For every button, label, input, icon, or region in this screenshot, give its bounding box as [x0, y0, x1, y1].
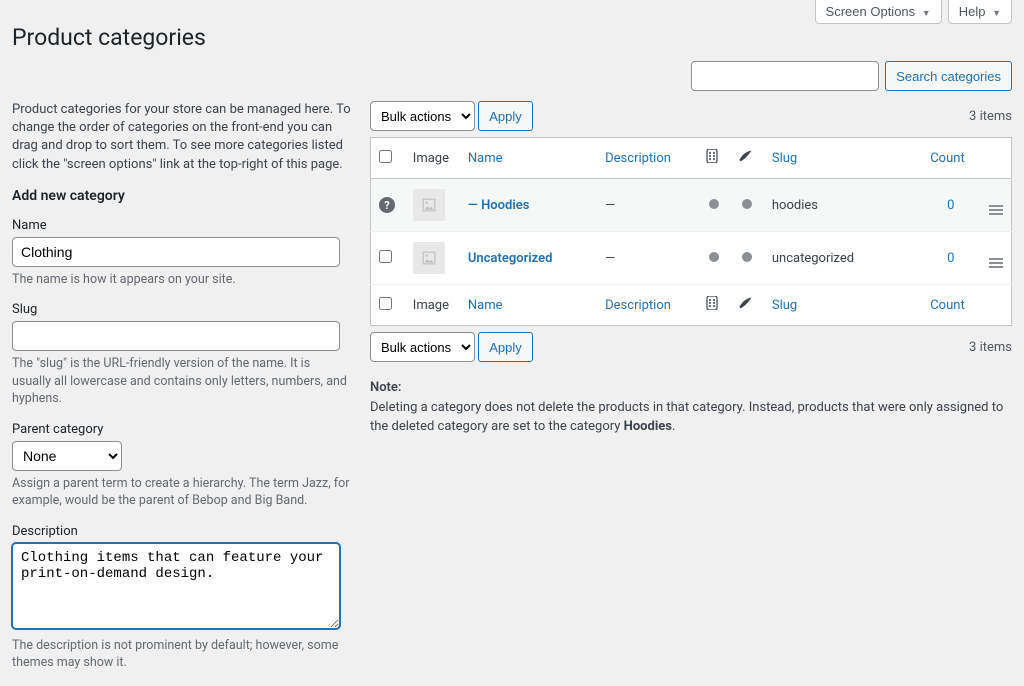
apply-top-button[interactable]: Apply [478, 101, 533, 131]
name-label: Name [12, 218, 352, 233]
description-textarea[interactable]: Clothing items that can feature your pri… [12, 543, 340, 629]
category-description: — [597, 179, 698, 232]
row-checkbox[interactable] [379, 250, 392, 263]
col-name[interactable]: Name [468, 151, 503, 166]
note-text2: . [672, 419, 675, 434]
apply-bottom-button[interactable]: Apply [478, 332, 533, 362]
col-image: Image [405, 138, 460, 179]
help-button[interactable]: Help ▼ [948, 0, 1012, 24]
note-bold: Hoodies [624, 419, 672, 434]
chevron-down-icon: ▼ [922, 8, 931, 18]
name-input[interactable] [12, 237, 340, 267]
screen-options-button[interactable]: Screen Options ▼ [815, 0, 942, 24]
col-description[interactable]: Description [605, 151, 671, 166]
description-label: Description [12, 524, 352, 539]
placeholder-image-icon [413, 189, 445, 221]
search-input[interactable] [691, 61, 879, 91]
row-actions-icon[interactable] [989, 258, 1003, 268]
name-help: The name is how it appears on your site. [12, 271, 352, 289]
slug-help: The "slug" is the URL-friendly version o… [12, 355, 352, 408]
category-count-link[interactable]: 0 [947, 198, 954, 213]
status-dot [742, 252, 752, 262]
help-label: Help [959, 4, 986, 19]
feather-icon [738, 148, 754, 164]
drag-handle-icon [706, 296, 718, 310]
info-icon: ? [379, 197, 395, 213]
description-help: The description is not prominent by defa… [12, 637, 352, 672]
status-dot [709, 199, 719, 209]
note-section: Note: Deleting a category does not delet… [370, 378, 1012, 437]
parent-help: Assign a parent term to create a hierarc… [12, 475, 352, 510]
category-count-link[interactable]: 0 [947, 251, 954, 266]
search-categories-button[interactable]: Search categories [885, 61, 1012, 91]
page-title: Product categories [0, 24, 1024, 61]
placeholder-image-icon [413, 242, 445, 274]
screen-options-label: Screen Options [826, 4, 916, 19]
feather-icon [738, 295, 754, 311]
category-name-link[interactable]: Uncategorized [468, 251, 553, 266]
bulk-actions-bottom-select[interactable]: Bulk actions [370, 332, 475, 362]
slug-label: Slug [12, 302, 352, 317]
add-category-heading: Add new category [12, 188, 352, 204]
row-actions-icon[interactable] [989, 205, 1003, 215]
category-name-link[interactable]: — Hoodies [468, 198, 529, 213]
item-count-top: 3 items [969, 109, 1012, 124]
category-slug: hoodies [764, 179, 922, 232]
drag-handle-icon [706, 149, 718, 163]
status-dot [742, 199, 752, 209]
parent-label: Parent category [12, 422, 352, 437]
bulk-actions-top-select[interactable]: Bulk actions [370, 101, 475, 131]
note-label: Note: [370, 380, 401, 395]
slug-input[interactable] [12, 321, 340, 351]
chevron-down-icon: ▼ [992, 8, 1001, 18]
category-slug: uncategorized [764, 232, 922, 285]
parent-select[interactable]: None [12, 441, 122, 471]
select-all-bottom-checkbox[interactable] [379, 297, 392, 310]
item-count-bottom: 3 items [969, 340, 1012, 355]
col-slug[interactable]: Slug [772, 151, 797, 166]
select-all-top-checkbox[interactable] [379, 150, 392, 163]
col-count[interactable]: Count [930, 151, 964, 166]
intro-text: Product categories for your store can be… [12, 101, 352, 174]
col-name-foot[interactable]: Name [468, 298, 503, 313]
col-count-foot[interactable]: Count [930, 298, 964, 313]
col-image-foot: Image [405, 285, 460, 326]
col-slug-foot[interactable]: Slug [772, 298, 797, 313]
note-text: Deleting a category does not delete the … [370, 400, 1003, 435]
status-dot [709, 252, 719, 262]
col-description-foot[interactable]: Description [605, 298, 671, 313]
category-description: — [597, 232, 698, 285]
